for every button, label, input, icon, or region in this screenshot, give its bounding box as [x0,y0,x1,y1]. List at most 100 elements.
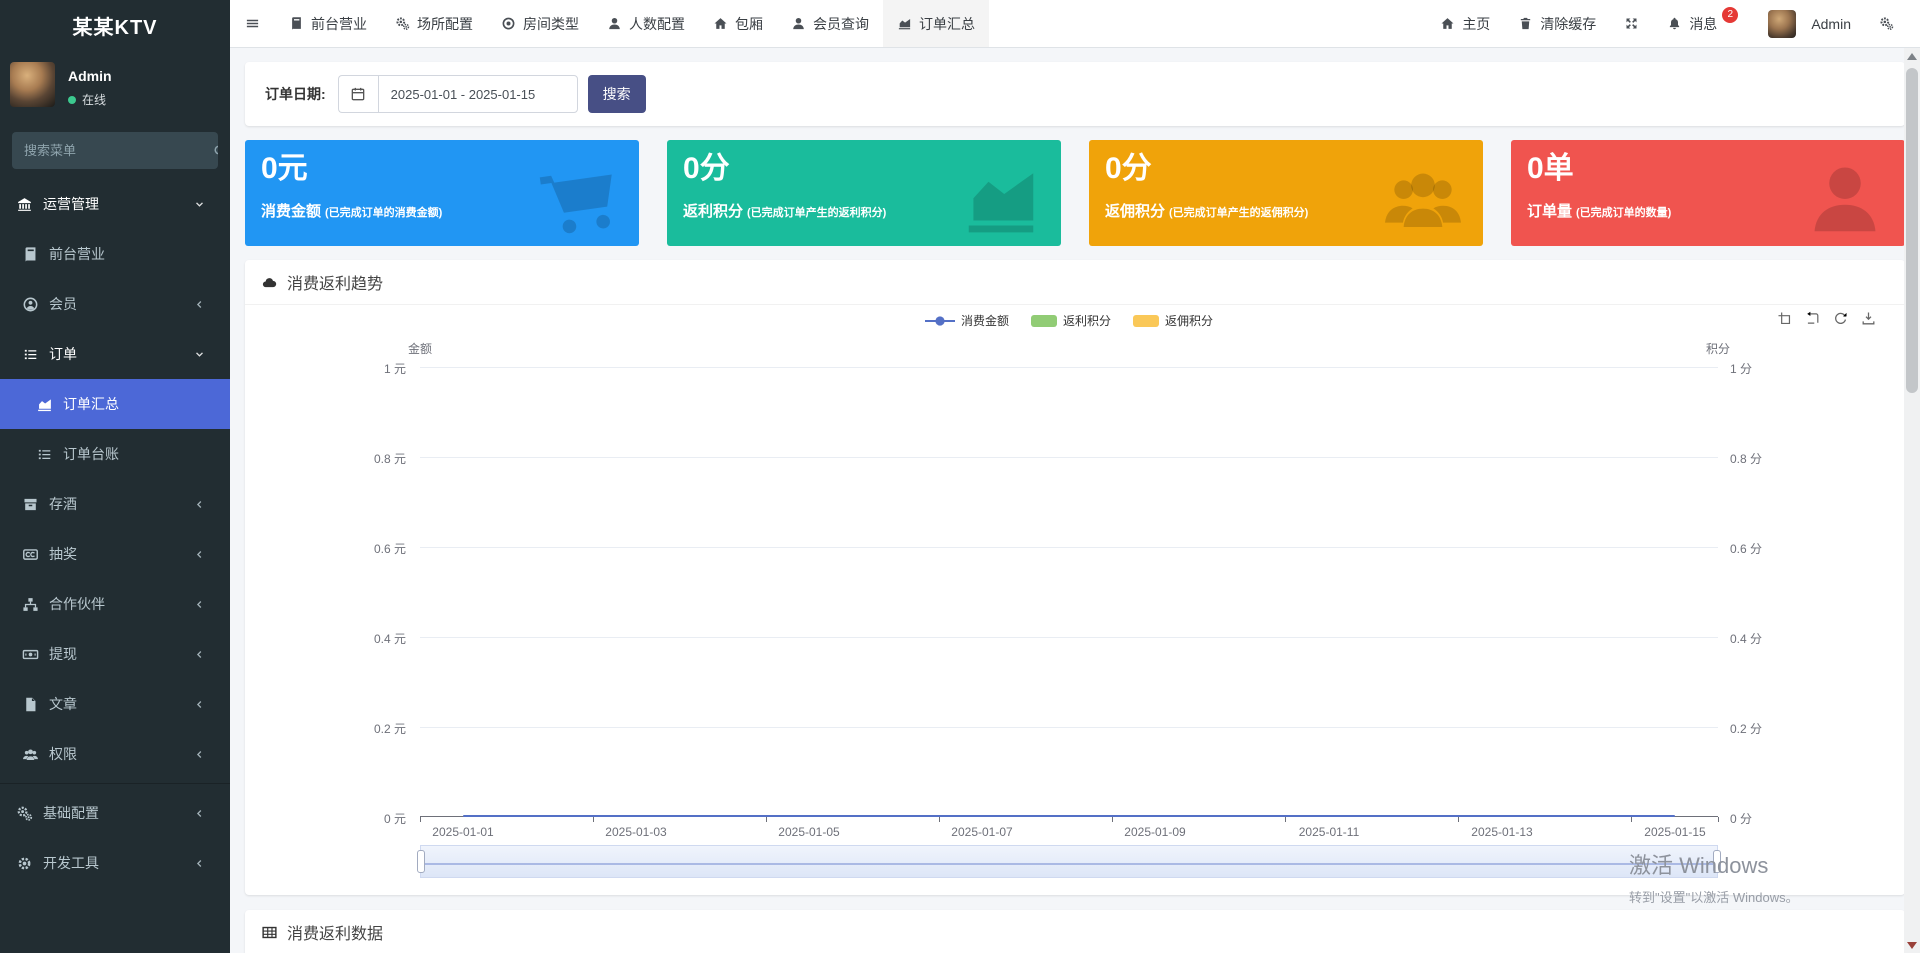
user-menu[interactable]: Admin [1754,0,1865,47]
sidebar-item-order-ledger[interactable]: 订单台账 [0,429,230,479]
user-icon [791,16,806,31]
sidebar-menu: 运营管理 前台营业 会员 订单 订单汇总 订单台账 存酒 [0,179,230,888]
sidebar-item-withdrawal[interactable]: 提现 [0,629,230,679]
book-icon [289,16,304,31]
watermark-line2: 转到"设置"以激活 Windows。 [1629,887,1799,906]
datazoom-right-handle[interactable] [1713,850,1721,873]
legend-item-consumption[interactable]: 消费金额 [925,312,1009,329]
stat-card-consumption[interactable]: 0元 消费金额(已完成订单的消费金额) [245,140,639,246]
save-image-icon[interactable] [1860,310,1877,327]
y-axis-left-name: 金额 [360,340,480,357]
tab-member-lookup[interactable]: 会员查询 [777,0,883,47]
user-status-label: 在线 [82,91,106,108]
home-icon [713,16,728,31]
archive-box-icon [22,496,39,513]
sidebar-item-operations[interactable]: 运营管理 [0,179,230,229]
legend-label: 返佣积分 [1165,312,1213,329]
tab-order-summary[interactable]: 订单汇总 [883,0,989,47]
tab-headcount-config[interactable]: 人数配置 [593,0,699,47]
sidebar-item-members[interactable]: 会员 [0,279,230,329]
sidebar-item-order-summary[interactable]: 订单汇总 [0,379,230,429]
users-icon [22,746,39,763]
sidebar-item-partners[interactable]: 合作伙伴 [0,579,230,629]
sidebar-toggle-button[interactable] [230,0,275,47]
line-marker-icon [925,315,955,327]
messages-button[interactable]: 消息 2 [1653,0,1754,47]
sidebar-search-button[interactable] [212,132,218,169]
stat-cards: 0元 消费金额(已完成订单的消费金额) 0分 返利积分(已完成订单产生的返利积分… [245,140,1905,246]
zoom-reset-icon[interactable] [1804,310,1821,327]
datazoom-left-handle[interactable] [417,850,425,873]
stat-card-order-count[interactable]: 0单 订单量(已完成订单的数量) [1511,140,1905,246]
sidebar-item-label: 存酒 [49,494,77,514]
tab-venue-config[interactable]: 场所配置 [381,0,487,47]
sidebar-item-lottery[interactable]: 抽奖 [0,529,230,579]
x-tick-mark [593,817,594,822]
money-icon [22,646,39,663]
home-link[interactable]: 主页 [1426,0,1504,47]
cloud-icon [261,274,278,291]
home-icon [1440,16,1455,31]
clear-cache-button[interactable]: 清除缓存 [1504,0,1610,47]
sidebar-item-orders[interactable]: 订单 [0,329,230,379]
datazoom-slider[interactable] [420,845,1718,878]
tab-rooms[interactable]: 包厢 [699,0,777,47]
legend-item-rebate[interactable]: 返利积分 [1031,312,1111,329]
username-label: Admin [1811,16,1851,32]
sidebar-item-label: 订单台账 [63,444,119,464]
x-tick-label: 2025-01-03 [581,825,691,839]
sidebar-item-wine-storage[interactable]: 存酒 [0,479,230,529]
stat-title: 返佣积分 [1105,203,1165,220]
scroll-down-arrow-icon[interactable] [1907,942,1917,949]
y-tick-right: 1 分 [1730,360,1880,377]
area-chart-icon [897,16,912,31]
sidebar-item-dev-tools[interactable]: 开发工具 [0,838,230,888]
trash-icon [1518,16,1533,31]
sidebar-item-articles[interactable]: 文章 [0,679,230,729]
stat-title: 消费金额 [261,203,321,220]
x-tick-mark [1718,817,1719,822]
sidebar-item-front-desk[interactable]: 前台营业 [0,229,230,279]
trend-chart-panel: 消费返利趋势 消费金额 返利积分 返佣积分 [245,260,1905,895]
chevron-left-icon [193,648,206,661]
avatar[interactable] [10,62,55,107]
sidebar-item-basic-config[interactable]: 基础配置 [0,788,230,838]
chevron-left-icon [193,748,206,761]
dot-circle-icon [501,16,516,31]
tab-front-desk[interactable]: 前台营业 [275,0,381,47]
data-zoom-icon[interactable] [1776,310,1793,327]
y-axis-right-name: 积分 [1658,340,1778,357]
plot-area [420,367,1718,817]
gridline [420,637,1718,638]
navbar-right: 主页 清除缓存 消息 2 Admin [1426,0,1920,47]
x-tick-label: 2025-01-07 [927,825,1037,839]
gridline [420,727,1718,728]
scroll-up-arrow-icon[interactable] [1907,53,1917,60]
stat-card-commission-points[interactable]: 0分 返佣积分(已完成订单产生的返佣积分) [1089,140,1483,246]
tab-room-types[interactable]: 房间类型 [487,0,593,47]
sidebar-search-input[interactable] [12,132,212,169]
y-tick-left: 0 元 [256,810,406,827]
settings-button[interactable] [1865,0,1908,47]
chevron-left-icon [193,298,206,311]
sidebar-item-permissions[interactable]: 权限 [0,729,230,779]
fullscreen-button[interactable] [1610,0,1653,47]
search-button[interactable]: 搜索 [588,75,646,113]
calendar-addon[interactable] [338,75,378,113]
legend-item-commission[interactable]: 返佣积分 [1133,312,1213,329]
stat-card-rebate-points[interactable]: 0分 返利积分(已完成订单产生的返利积分) [667,140,1061,246]
tab-label: 场所配置 [417,14,473,34]
scrollbar-thumb[interactable] [1906,68,1918,393]
order-date-filter: 订单日期: 搜索 [245,62,1905,126]
page-scrollbar[interactable] [1904,48,1920,953]
x-tick-label: 2025-01-05 [754,825,864,839]
chevron-down-icon [193,198,206,211]
bar-marker-icon [1031,314,1057,328]
restore-icon[interactable] [1832,310,1849,327]
data-table-panel: 消费返利数据 [245,910,1905,953]
date-range-input[interactable] [378,75,578,113]
chevron-left-icon [193,498,206,511]
x-tick-mark [420,817,421,822]
brand-logo[interactable]: 某某KTV [0,0,230,50]
sidebar-item-label: 运营管理 [43,194,99,214]
